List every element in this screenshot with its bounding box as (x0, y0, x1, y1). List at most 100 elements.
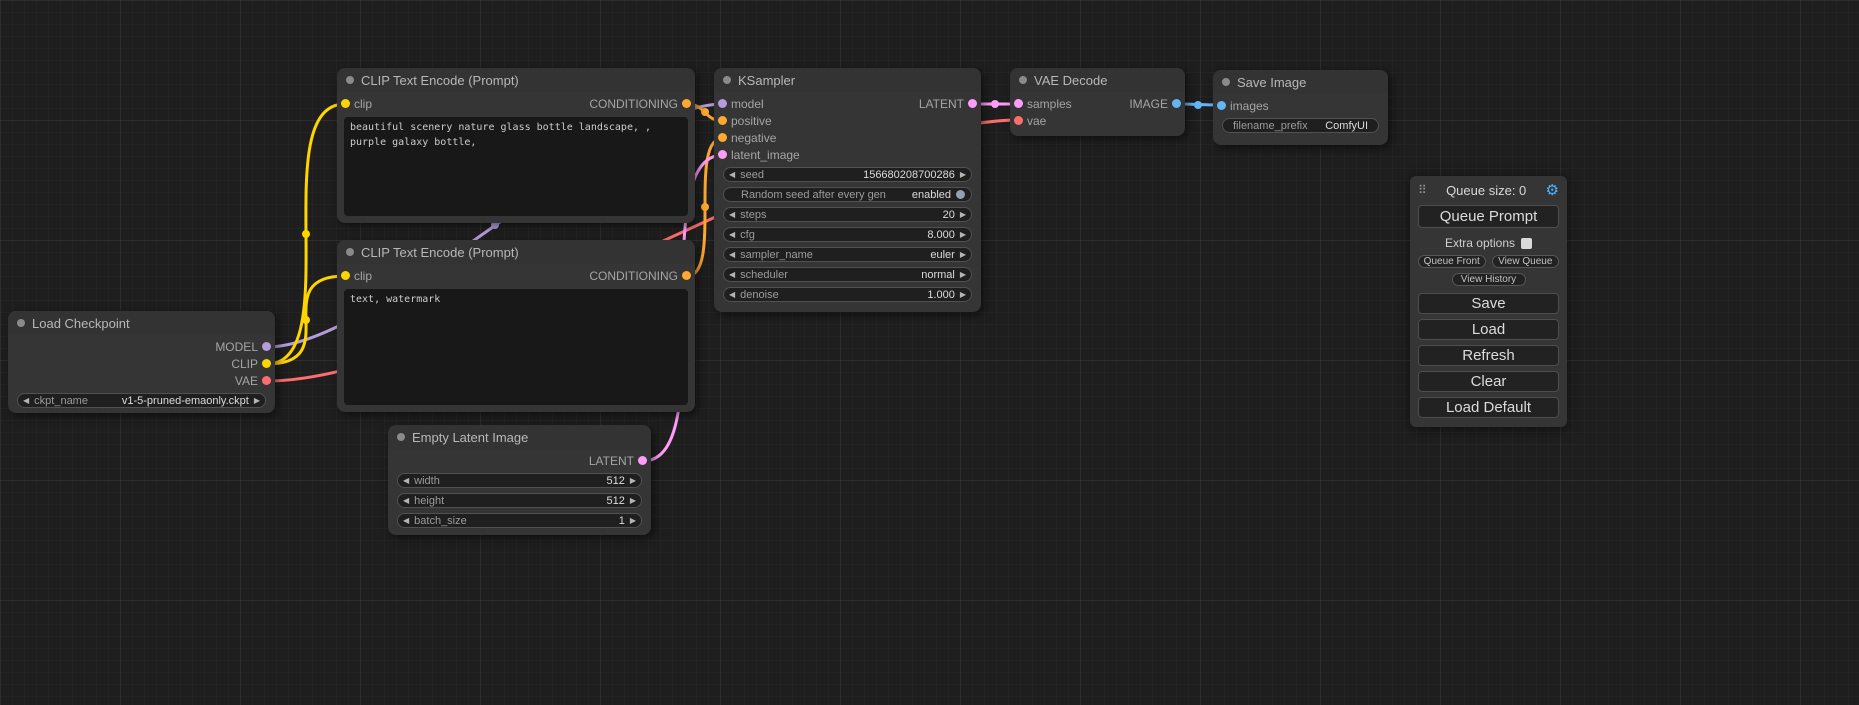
input-port-clip[interactable] (341, 271, 350, 280)
link-midpoint-dot[interactable] (1194, 101, 1202, 109)
output-port-latent[interactable] (638, 456, 647, 465)
clear-button[interactable]: Clear (1418, 371, 1559, 392)
widget-seed[interactable]: ◀ seed 156680208700286 ▶ (723, 167, 972, 182)
widget-random-seed-toggle[interactable]: Random seed after every gen enabled (723, 187, 972, 202)
input-port-positive[interactable] (718, 116, 727, 125)
queue-front-button[interactable]: Queue Front (1418, 255, 1486, 268)
node-header[interactable]: Save Image (1213, 70, 1388, 94)
collapse-toggle-icon[interactable] (1222, 78, 1230, 86)
input-port-model[interactable] (718, 99, 727, 108)
collapse-toggle-icon[interactable] (723, 76, 731, 84)
graph-canvas[interactable]: Load Checkpoint MODEL CLIP VAE ◀ ckpt_na… (0, 0, 1859, 705)
output-port-latent[interactable] (968, 99, 977, 108)
input-port-clip[interactable] (341, 99, 350, 108)
link-midpoint-dot[interactable] (302, 316, 310, 324)
output-port-model[interactable] (262, 342, 271, 351)
node-header[interactable]: Empty Latent Image (388, 425, 651, 449)
next-value-arrow-icon[interactable]: ▶ (254, 397, 260, 405)
node-header[interactable]: Load Checkpoint (8, 311, 275, 335)
node-title: CLIP Text Encode (Prompt) (361, 73, 519, 88)
extra-options-checkbox[interactable] (1521, 238, 1532, 249)
input-port-negative[interactable] (718, 133, 727, 142)
next-value-arrow-icon[interactable]: ▶ (630, 517, 636, 525)
positive-prompt-textarea[interactable]: beautiful scenery nature glass bottle la… (344, 117, 688, 216)
widget-ckpt-name[interactable]: ◀ ckpt_name v1-5-pruned-emaonly.ckpt ▶ (17, 393, 266, 408)
collapse-toggle-icon[interactable] (397, 433, 405, 441)
next-value-arrow-icon[interactable]: ▶ (960, 211, 966, 219)
node-ksampler[interactable]: KSampler model LATENT positive negative … (714, 68, 981, 312)
prev-value-arrow-icon[interactable]: ◀ (729, 251, 735, 259)
next-value-arrow-icon[interactable]: ▶ (960, 251, 966, 259)
widget-batch-size[interactable]: ◀ batch_size 1 ▶ (397, 513, 642, 528)
prev-value-arrow-icon[interactable]: ◀ (729, 171, 735, 179)
widget-value: 8.000 (760, 229, 955, 241)
settings-gear-icon[interactable]: ⚙ (1546, 181, 1559, 199)
view-queue-button[interactable]: View Queue (1492, 255, 1560, 268)
link-midpoint-dot[interactable] (302, 230, 310, 238)
link-midpoint-dot[interactable] (701, 203, 709, 211)
collapse-toggle-icon[interactable] (346, 76, 354, 84)
node-load-checkpoint[interactable]: Load Checkpoint MODEL CLIP VAE ◀ ckpt_na… (8, 311, 275, 413)
widget-filename-prefix[interactable]: filename_prefix ComfyUI (1222, 118, 1379, 133)
node-empty-latent-image[interactable]: Empty Latent Image LATENT ◀ width 512 ▶ … (388, 425, 651, 535)
prev-value-arrow-icon[interactable]: ◀ (729, 231, 735, 239)
node-clip-text-encode-positive[interactable]: CLIP Text Encode (Prompt) clip CONDITION… (337, 68, 695, 223)
widget-sampler-name[interactable]: ◀ sampler_name euler ▶ (723, 247, 972, 262)
node-title: CLIP Text Encode (Prompt) (361, 245, 519, 260)
prev-value-arrow-icon[interactable]: ◀ (23, 397, 29, 405)
output-port-clip[interactable] (262, 359, 271, 368)
node-vae-decode[interactable]: VAE Decode samples IMAGE vae (1010, 68, 1185, 136)
collapse-toggle-icon[interactable] (17, 319, 25, 327)
next-value-arrow-icon[interactable]: ▶ (960, 231, 966, 239)
node-save-image[interactable]: Save Image images filename_prefix ComfyU… (1213, 70, 1388, 145)
prev-value-arrow-icon[interactable]: ◀ (403, 477, 409, 485)
link-midpoint-dot[interactable] (991, 100, 999, 108)
prev-value-arrow-icon[interactable]: ◀ (729, 271, 735, 279)
next-value-arrow-icon[interactable]: ▶ (960, 271, 966, 279)
io-row: images (1213, 97, 1388, 114)
output-port-image[interactable] (1172, 99, 1181, 108)
collapse-toggle-icon[interactable] (1019, 76, 1027, 84)
drag-handle-icon[interactable]: ⠿ (1418, 183, 1427, 197)
refresh-button[interactable]: Refresh (1418, 345, 1559, 366)
widget-steps[interactable]: ◀ steps 20 ▶ (723, 207, 972, 222)
widget-label: steps (740, 209, 766, 221)
toggle-indicator-icon[interactable] (956, 190, 965, 199)
output-port-conditioning[interactable] (682, 271, 691, 280)
queue-prompt-button[interactable]: Queue Prompt (1418, 205, 1559, 228)
widget-denoise[interactable]: ◀ denoise 1.000 ▶ (723, 287, 972, 302)
input-port-vae[interactable] (1014, 116, 1023, 125)
output-port-vae[interactable] (262, 376, 271, 385)
next-value-arrow-icon[interactable]: ▶ (960, 171, 966, 179)
node-header[interactable]: CLIP Text Encode (Prompt) (337, 240, 695, 264)
negative-prompt-textarea[interactable]: text, watermark (344, 289, 688, 405)
view-history-button[interactable]: View History (1452, 273, 1526, 286)
widget-width[interactable]: ◀ width 512 ▶ (397, 473, 642, 488)
input-port-samples[interactable] (1014, 99, 1023, 108)
output-port-conditioning[interactable] (682, 99, 691, 108)
input-port-latent-image[interactable] (718, 150, 727, 159)
next-value-arrow-icon[interactable]: ▶ (630, 477, 636, 485)
load-default-button[interactable]: Load Default (1418, 397, 1559, 418)
save-button[interactable]: Save (1418, 293, 1559, 314)
widget-height[interactable]: ◀ height 512 ▶ (397, 493, 642, 508)
link-midpoint-dot[interactable] (701, 108, 709, 116)
widget-scheduler[interactable]: ◀ scheduler normal ▶ (723, 267, 972, 282)
next-value-arrow-icon[interactable]: ▶ (630, 497, 636, 505)
io-row: clip CONDITIONING (337, 95, 695, 112)
node-header[interactable]: VAE Decode (1010, 68, 1185, 92)
output-label-clip: CLIP (231, 357, 258, 371)
node-header[interactable]: KSampler (714, 68, 981, 92)
node-header[interactable]: CLIP Text Encode (Prompt) (337, 68, 695, 92)
prev-value-arrow-icon[interactable]: ◀ (403, 517, 409, 525)
queue-panel[interactable]: ⠿ Queue size: 0 ⚙ Queue Prompt Extra opt… (1410, 176, 1567, 427)
prev-value-arrow-icon[interactable]: ◀ (729, 211, 735, 219)
widget-cfg[interactable]: ◀ cfg 8.000 ▶ (723, 227, 972, 242)
prev-value-arrow-icon[interactable]: ◀ (729, 291, 735, 299)
prev-value-arrow-icon[interactable]: ◀ (403, 497, 409, 505)
collapse-toggle-icon[interactable] (346, 248, 354, 256)
node-clip-text-encode-negative[interactable]: CLIP Text Encode (Prompt) clip CONDITION… (337, 240, 695, 412)
next-value-arrow-icon[interactable]: ▶ (960, 291, 966, 299)
input-port-images[interactable] (1217, 101, 1226, 110)
load-button[interactable]: Load (1418, 319, 1559, 340)
